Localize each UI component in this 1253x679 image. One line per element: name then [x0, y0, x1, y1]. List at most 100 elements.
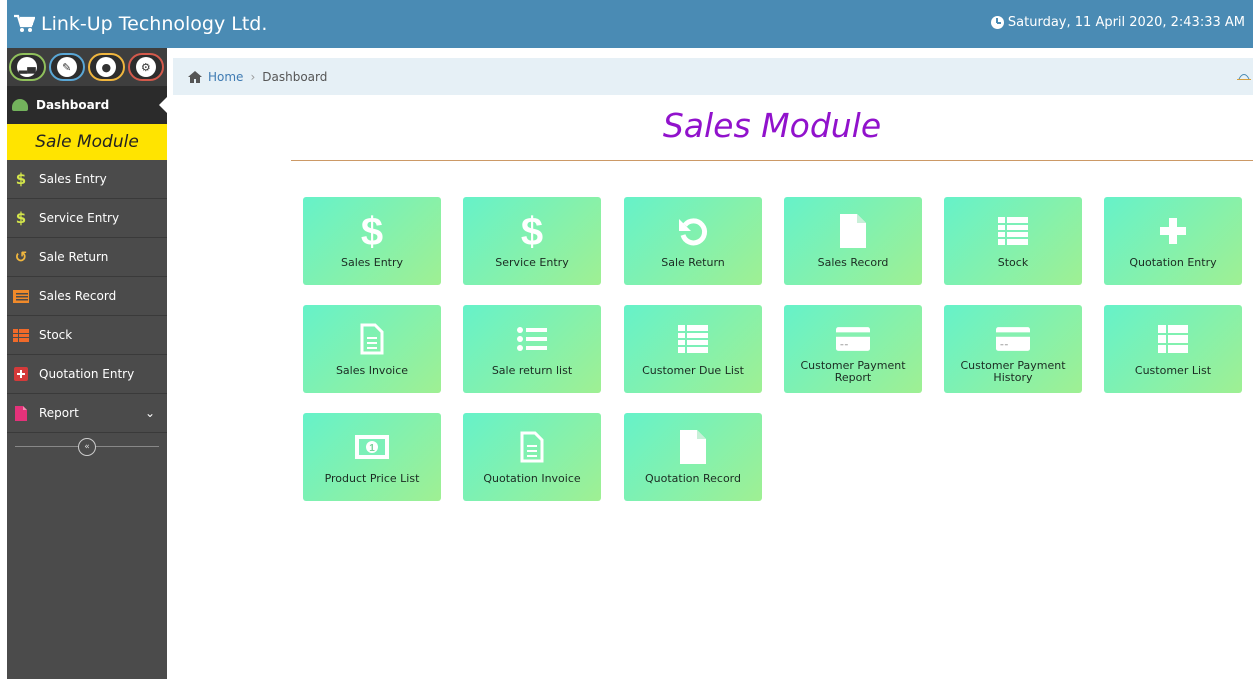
- gears-icon: ⚙: [135, 57, 156, 77]
- tile-quotation-invoice[interactable]: Quotation Invoice: [463, 413, 601, 501]
- tile-sales-record[interactable]: Sales Record: [784, 197, 922, 285]
- tile-customer-payment-history[interactable]: Customer Payment History: [944, 305, 1082, 393]
- money-icon: 1: [355, 427, 389, 467]
- dollar-icon: $: [15, 209, 27, 227]
- breadcrumb-separator: ›: [250, 69, 256, 84]
- sidebar-item-label: Stock: [39, 328, 73, 342]
- tile-sale-return-list[interactable]: Sale return list: [463, 305, 601, 393]
- sidebar-module-header: Sale Module: [7, 124, 167, 160]
- app-frame: Link-Up Technology Ltd. Saturday, 11 Apr…: [7, 0, 1253, 679]
- tile-service-entry[interactable]: $ Service Entry: [463, 197, 601, 285]
- pencil-icon: ✎: [56, 57, 77, 77]
- sidebar-item-stock[interactable]: Stock: [7, 316, 167, 355]
- tile-sale-return[interactable]: Sale Return: [624, 197, 762, 285]
- sidebar-item-label: Dashboard: [36, 98, 110, 112]
- breadcrumb-home-link[interactable]: Home: [208, 70, 243, 84]
- dashboard-icon: [12, 99, 28, 111]
- tile-quotation-entry[interactable]: Quotation Entry: [1104, 197, 1242, 285]
- sidebar-item-quotation-entry[interactable]: Quotation Entry: [7, 355, 167, 394]
- tile-label: Sales Record: [817, 256, 889, 269]
- table-icon: [13, 328, 29, 342]
- shortcut-bar: ▂▄ ✎ ● ⚙: [7, 48, 167, 86]
- brand[interactable]: Link-Up Technology Ltd.: [13, 11, 267, 37]
- tile-label: Stock: [997, 256, 1029, 269]
- tile-label: Sales Invoice: [335, 364, 409, 377]
- dollar-icon: $: [15, 170, 27, 188]
- datetime-text: Saturday, 11 April 2020, 2:43:33 AM: [1007, 15, 1245, 30]
- tile-label: Product Price List: [324, 472, 420, 485]
- tile-label: Quotation Invoice: [483, 472, 581, 485]
- datetime-display: Saturday, 11 April 2020, 2:43:33 AM: [990, 15, 1245, 30]
- logo-thumbnail-icon: [1237, 74, 1251, 80]
- document-icon: [515, 427, 549, 467]
- file-icon: [836, 211, 870, 251]
- signal-icon: ▂▄: [17, 57, 38, 77]
- file-icon: [13, 405, 29, 421]
- list-icon: [13, 289, 29, 303]
- file-icon: [676, 427, 710, 467]
- tile-customer-list[interactable]: Customer List: [1104, 305, 1242, 393]
- shortcut-edit-button[interactable]: ✎: [48, 53, 85, 81]
- tile-quotation-record[interactable]: Quotation Record: [624, 413, 762, 501]
- tile-label: Quotation Entry: [1129, 256, 1217, 269]
- tile-sales-invoice[interactable]: Sales Invoice: [303, 305, 441, 393]
- tile-stock[interactable]: Stock: [944, 197, 1082, 285]
- dollar-icon: $: [355, 211, 389, 251]
- tile-label: Service Entry: [495, 256, 569, 269]
- list-icon: [676, 319, 710, 359]
- sidebar-item-sales-entry[interactable]: $ Sales Entry: [7, 160, 167, 199]
- th-list-icon: [1156, 319, 1190, 359]
- tile-label: Sale Return: [661, 256, 725, 269]
- shortcut-stats-button[interactable]: ▂▄: [9, 53, 46, 81]
- tile-label: Customer Payment Report: [800, 359, 906, 384]
- sidebar-collapse: «: [7, 433, 167, 461]
- clock-icon: [990, 16, 1004, 29]
- cart-icon: [14, 14, 35, 32]
- sidebar-item-label: Sales Record: [39, 289, 117, 303]
- svg-text:1: 1: [369, 443, 375, 454]
- sidebar-item-sales-record[interactable]: Sales Record: [7, 277, 167, 316]
- plus-square-icon: [13, 367, 29, 381]
- users-icon: ●: [96, 57, 117, 77]
- tile-product-price-list[interactable]: 1 Product Price List: [303, 413, 441, 501]
- chevron-down-icon: ⌄: [144, 406, 155, 420]
- sidebar: ▂▄ ✎ ● ⚙ Dashboard Sale Module $ Sales E…: [7, 48, 167, 679]
- shortcut-settings-button[interactable]: ⚙: [127, 53, 164, 81]
- sidebar-item-label: Sale Return: [39, 250, 109, 264]
- sidebar-item-report[interactable]: Report ⌄: [7, 394, 167, 433]
- module-label: Sale Module: [35, 132, 139, 152]
- sidebar-item-label: Sales Entry: [39, 172, 107, 186]
- tile-label: Sale return list: [491, 364, 573, 377]
- list-icon: [996, 211, 1030, 251]
- tile-label: Quotation Record: [645, 472, 741, 485]
- sidebar-item-label: Quotation Entry: [39, 367, 135, 381]
- tile-label: Sales Entry: [340, 256, 404, 269]
- breadcrumb-current: Dashboard: [262, 69, 328, 84]
- collapse-sidebar-button[interactable]: «: [78, 438, 96, 456]
- tile-label: Customer Due List: [642, 364, 744, 377]
- svg-text:$: $: [521, 211, 543, 251]
- top-bar: Link-Up Technology Ltd. Saturday, 11 Apr…: [7, 0, 1253, 48]
- sidebar-item-label: Service Entry: [39, 211, 120, 225]
- home-icon: [188, 70, 202, 83]
- dollar-icon: $: [515, 211, 549, 251]
- brand-name: Link-Up Technology Ltd.: [41, 13, 268, 35]
- tile-sales-entry[interactable]: $ Sales Entry: [303, 197, 441, 285]
- tile-customer-due-list[interactable]: Customer Due List: [624, 305, 762, 393]
- sidebar-item-service-entry[interactable]: $ Service Entry: [7, 199, 167, 238]
- undo-icon: ↺: [14, 248, 28, 266]
- sidebar-item-sale-return[interactable]: ↺ Sale Return: [7, 238, 167, 277]
- undo-icon: [676, 211, 710, 251]
- page-title: Sales Module: [662, 106, 882, 145]
- tile-label: Customer Payment History: [960, 359, 1066, 384]
- tile-customer-payment-report[interactable]: Customer Payment Report: [784, 305, 922, 393]
- breadcrumb: Home › Dashboard: [173, 58, 1253, 95]
- bullet-list-icon: [515, 319, 549, 359]
- credit-card-icon: [836, 319, 870, 359]
- sidebar-item-dashboard[interactable]: Dashboard: [7, 86, 167, 124]
- title-divider: [291, 160, 1253, 161]
- tile-label: Customer List: [1134, 364, 1212, 377]
- shortcut-users-button[interactable]: ●: [88, 53, 125, 81]
- document-icon: [355, 319, 389, 359]
- credit-card-icon: [996, 319, 1030, 359]
